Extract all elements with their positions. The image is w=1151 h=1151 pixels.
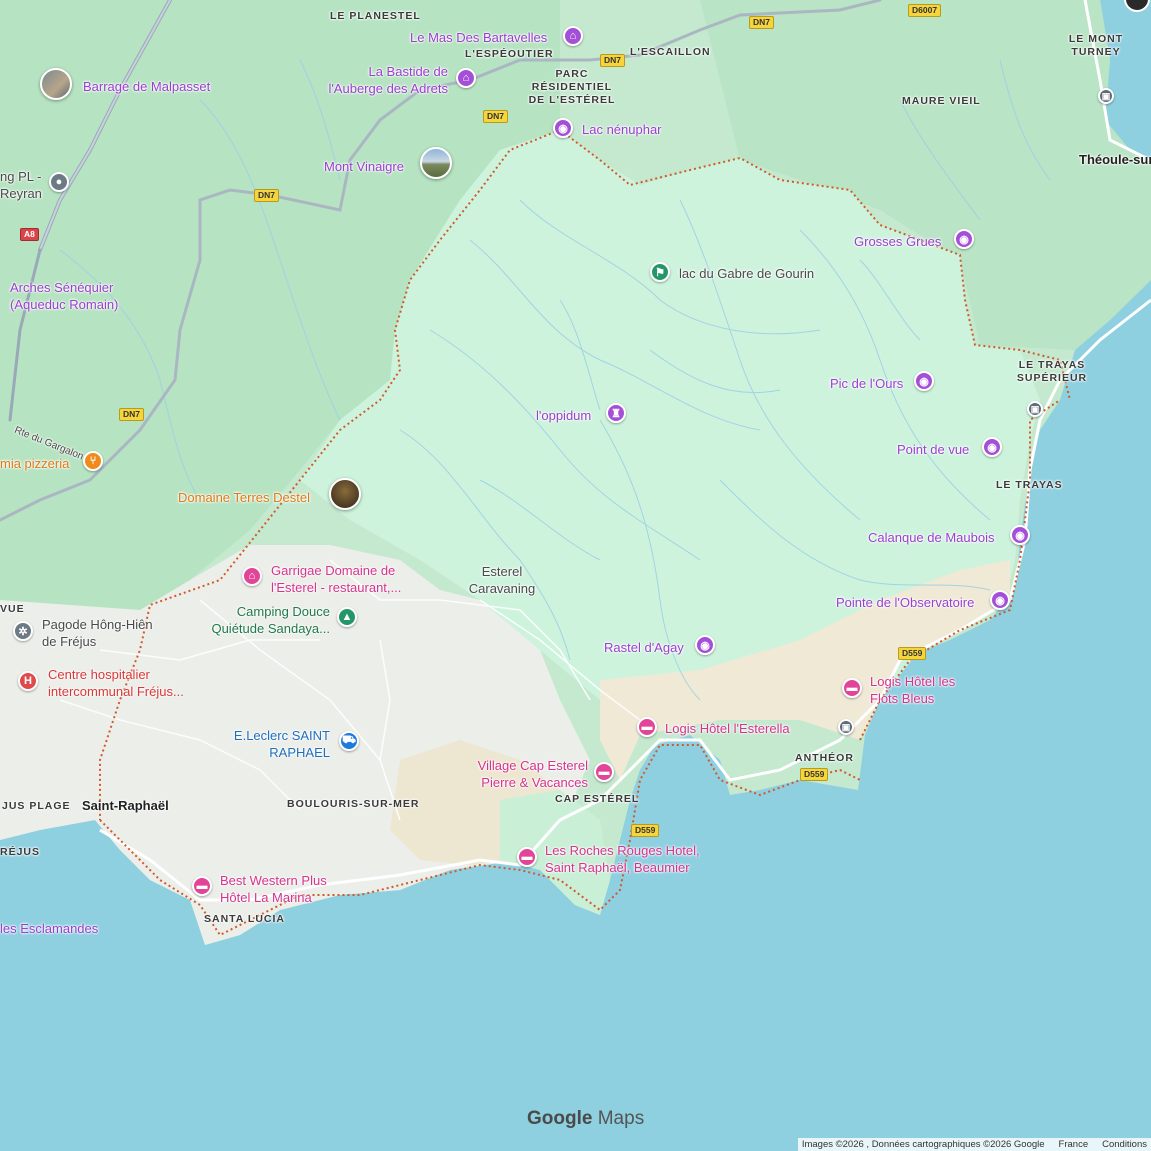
- place-label: VUE: [0, 603, 25, 615]
- poi-best-western[interactable]: Best Western Plus Hôtel La Marina: [220, 872, 340, 906]
- poi-calanque-de-maubois[interactable]: Calanque de Maubois: [868, 529, 994, 546]
- camera-icon[interactable]: ◉: [990, 590, 1010, 610]
- poi-pic-de-l-ours[interactable]: Pic de l'Ours: [830, 375, 903, 392]
- poi-logis-hotel-flots-bleus[interactable]: Logis Hôtel les Flots Bleus: [870, 673, 970, 707]
- town-label-saint-raphael[interactable]: Saint-Raphaël: [82, 797, 169, 814]
- camera-icon[interactable]: ◉: [954, 229, 974, 249]
- poi-lac-du-gabre[interactable]: lac du Gabre de Gourin: [679, 265, 814, 282]
- train-station-icon[interactable]: ▣: [838, 719, 854, 735]
- town-label-theoule[interactable]: Théoule-sur: [1079, 151, 1151, 168]
- poi-rastel-d-agay[interactable]: Rastel d'Agay: [604, 639, 684, 656]
- poi-village-cap-esterel[interactable]: Village Cap Esterel Pierre & Vacances: [462, 757, 588, 791]
- poi-domaine-terres-destel[interactable]: Domaine Terres Destel: [178, 489, 310, 506]
- poi-camping-douce-quietude[interactable]: Camping Douce Quiétude Sandaya...: [204, 603, 330, 637]
- photo-thumbnail-icon[interactable]: [420, 147, 452, 179]
- place-label: PARC RÉSIDENTIEL DE L'ESTÉREL: [528, 68, 616, 106]
- attribution-country[interactable]: France: [1059, 1139, 1089, 1150]
- poi-pointe-de-l-observatoire[interactable]: Pointe de l'Observatoire: [836, 594, 974, 611]
- camera-icon[interactable]: ◉: [914, 371, 934, 391]
- attribution-credits: Images ©2026 , Données cartographiques ©…: [801, 1139, 1045, 1150]
- poi-les-roches-rouges[interactable]: Les Roches Rouges Hotel, Saint Raphaël, …: [545, 842, 715, 876]
- camera-icon[interactable]: ◉: [695, 635, 715, 655]
- place-label: LE TRAYAS: [996, 479, 1063, 491]
- poi-point-de-vue[interactable]: Point de vue: [897, 441, 969, 458]
- map-canvas[interactable]: [0, 0, 1151, 1151]
- hotel-icon[interactable]: ⌂: [456, 68, 476, 88]
- photo-thumbnail-icon[interactable]: [40, 68, 72, 100]
- poi-mont-vinaigre[interactable]: Mont Vinaigre: [324, 158, 404, 175]
- hiking-icon[interactable]: ⚑: [650, 262, 670, 282]
- camera-icon[interactable]: ◉: [982, 437, 1002, 457]
- place-label: CAP ESTÉREL: [555, 793, 640, 805]
- poi-e-leclerc[interactable]: E.Leclerc SAINT RAPHAEL: [218, 727, 330, 761]
- tent-icon[interactable]: ▲: [337, 607, 357, 627]
- camera-icon[interactable]: ◉: [1010, 525, 1030, 545]
- poi-pagode-hong-hien[interactable]: Pagode Hông-Hiên de Fréjus: [42, 616, 167, 650]
- train-station-icon[interactable]: ▣: [1027, 401, 1043, 417]
- pagoda-icon[interactable]: ✲: [13, 621, 33, 641]
- place-label: SANTA LUCIA: [204, 913, 285, 925]
- road-shield: DN7: [119, 408, 145, 421]
- brand-maps: Maps: [597, 1108, 645, 1129]
- poi-mia-pizzeria[interactable]: mia pizzeria: [0, 455, 69, 472]
- poi-garrigae[interactable]: Garrigae Domaine de l'Esterel - restaura…: [271, 562, 416, 596]
- hotel-icon[interactable]: ⌂: [242, 566, 262, 586]
- road-shield: DN7: [483, 110, 509, 123]
- place-label: L'ESPÉOUTIER: [465, 48, 554, 60]
- poi-grosses-grues[interactable]: Grosses Grues: [854, 233, 941, 250]
- hotel-icon[interactable]: ⌂: [563, 26, 583, 46]
- road-shield: A8: [20, 228, 39, 241]
- bed-icon[interactable]: ▬: [594, 762, 614, 782]
- road-shield: D6007: [908, 4, 942, 17]
- google-maps-logo: Google Maps: [527, 1108, 644, 1130]
- poi-centre-hospitalier[interactable]: Centre hospitalier intercommunal Fréjus.…: [48, 666, 198, 700]
- fork-icon[interactable]: ⑂: [83, 451, 103, 471]
- road-shield: D559: [800, 768, 829, 781]
- road-shield: DN7: [254, 189, 280, 202]
- bed-icon[interactable]: ▬: [192, 876, 212, 896]
- road-shield: DN7: [600, 54, 626, 67]
- poi-la-bastide[interactable]: La Bastide de l'Auberge des Adrets: [318, 63, 448, 97]
- place-label: MAURE VIEIL: [902, 95, 981, 107]
- place-label: BOULOURIS-SUR-MER: [287, 798, 420, 810]
- poi-l-oppidum[interactable]: l'oppidum: [536, 407, 591, 424]
- place-label: LE MONT TURNEY: [1068, 33, 1124, 58]
- bed-icon[interactable]: ▬: [842, 678, 862, 698]
- map-attribution: Images ©2026 , Données cartographiques ©…: [797, 1138, 1151, 1151]
- hospital-icon[interactable]: H: [18, 671, 38, 691]
- road-shield: D559: [631, 824, 660, 837]
- poi-esterel-caravaning[interactable]: Esterel Caravaning: [460, 563, 544, 597]
- poi-logis-hotel-esterella[interactable]: Logis Hôtel l'Esterella: [665, 720, 790, 737]
- bed-icon[interactable]: ▬: [517, 847, 537, 867]
- place-label: RÉJUS: [0, 846, 41, 858]
- poi-lac-nenuphar[interactable]: Lac nénuphar: [582, 121, 662, 138]
- poi-arches-senequier[interactable]: Arches Sénéquier (Aqueduc Romain): [10, 279, 140, 313]
- road-shield: D559: [898, 647, 927, 660]
- photo-thumbnail-icon[interactable]: [329, 478, 361, 510]
- brand-google: Google: [527, 1108, 593, 1129]
- bed-icon[interactable]: ▬: [637, 717, 657, 737]
- poi-barrage-de-malpasset[interactable]: Barrage de Malpasset: [83, 78, 210, 95]
- poi-les-esclamandes[interactable]: les Esclamandes: [0, 920, 98, 937]
- road-shield: DN7: [749, 16, 775, 29]
- place-label: L'ESCAILLON: [630, 46, 711, 58]
- place-label: JUS PLAGE: [2, 800, 71, 812]
- place-label: LE PLANESTEL: [330, 10, 421, 22]
- camera-icon[interactable]: ◉: [553, 118, 573, 138]
- circle-icon[interactable]: ●: [49, 172, 69, 192]
- attribution-terms[interactable]: Conditions: [1102, 1139, 1147, 1150]
- poi-le-mas-des-bartavelles[interactable]: Le Mas Des Bartavelles: [410, 29, 547, 46]
- monument-icon[interactable]: ♜: [606, 403, 626, 423]
- poi-reyran[interactable]: ng PL - Reyran: [0, 168, 44, 202]
- train-station-icon[interactable]: ▣: [1098, 88, 1114, 104]
- place-label: LE TRAYAS SUPÉRIEUR: [1016, 359, 1088, 384]
- place-label: ANTHÉOR: [795, 752, 854, 764]
- cart-icon[interactable]: ⛟: [339, 731, 359, 751]
